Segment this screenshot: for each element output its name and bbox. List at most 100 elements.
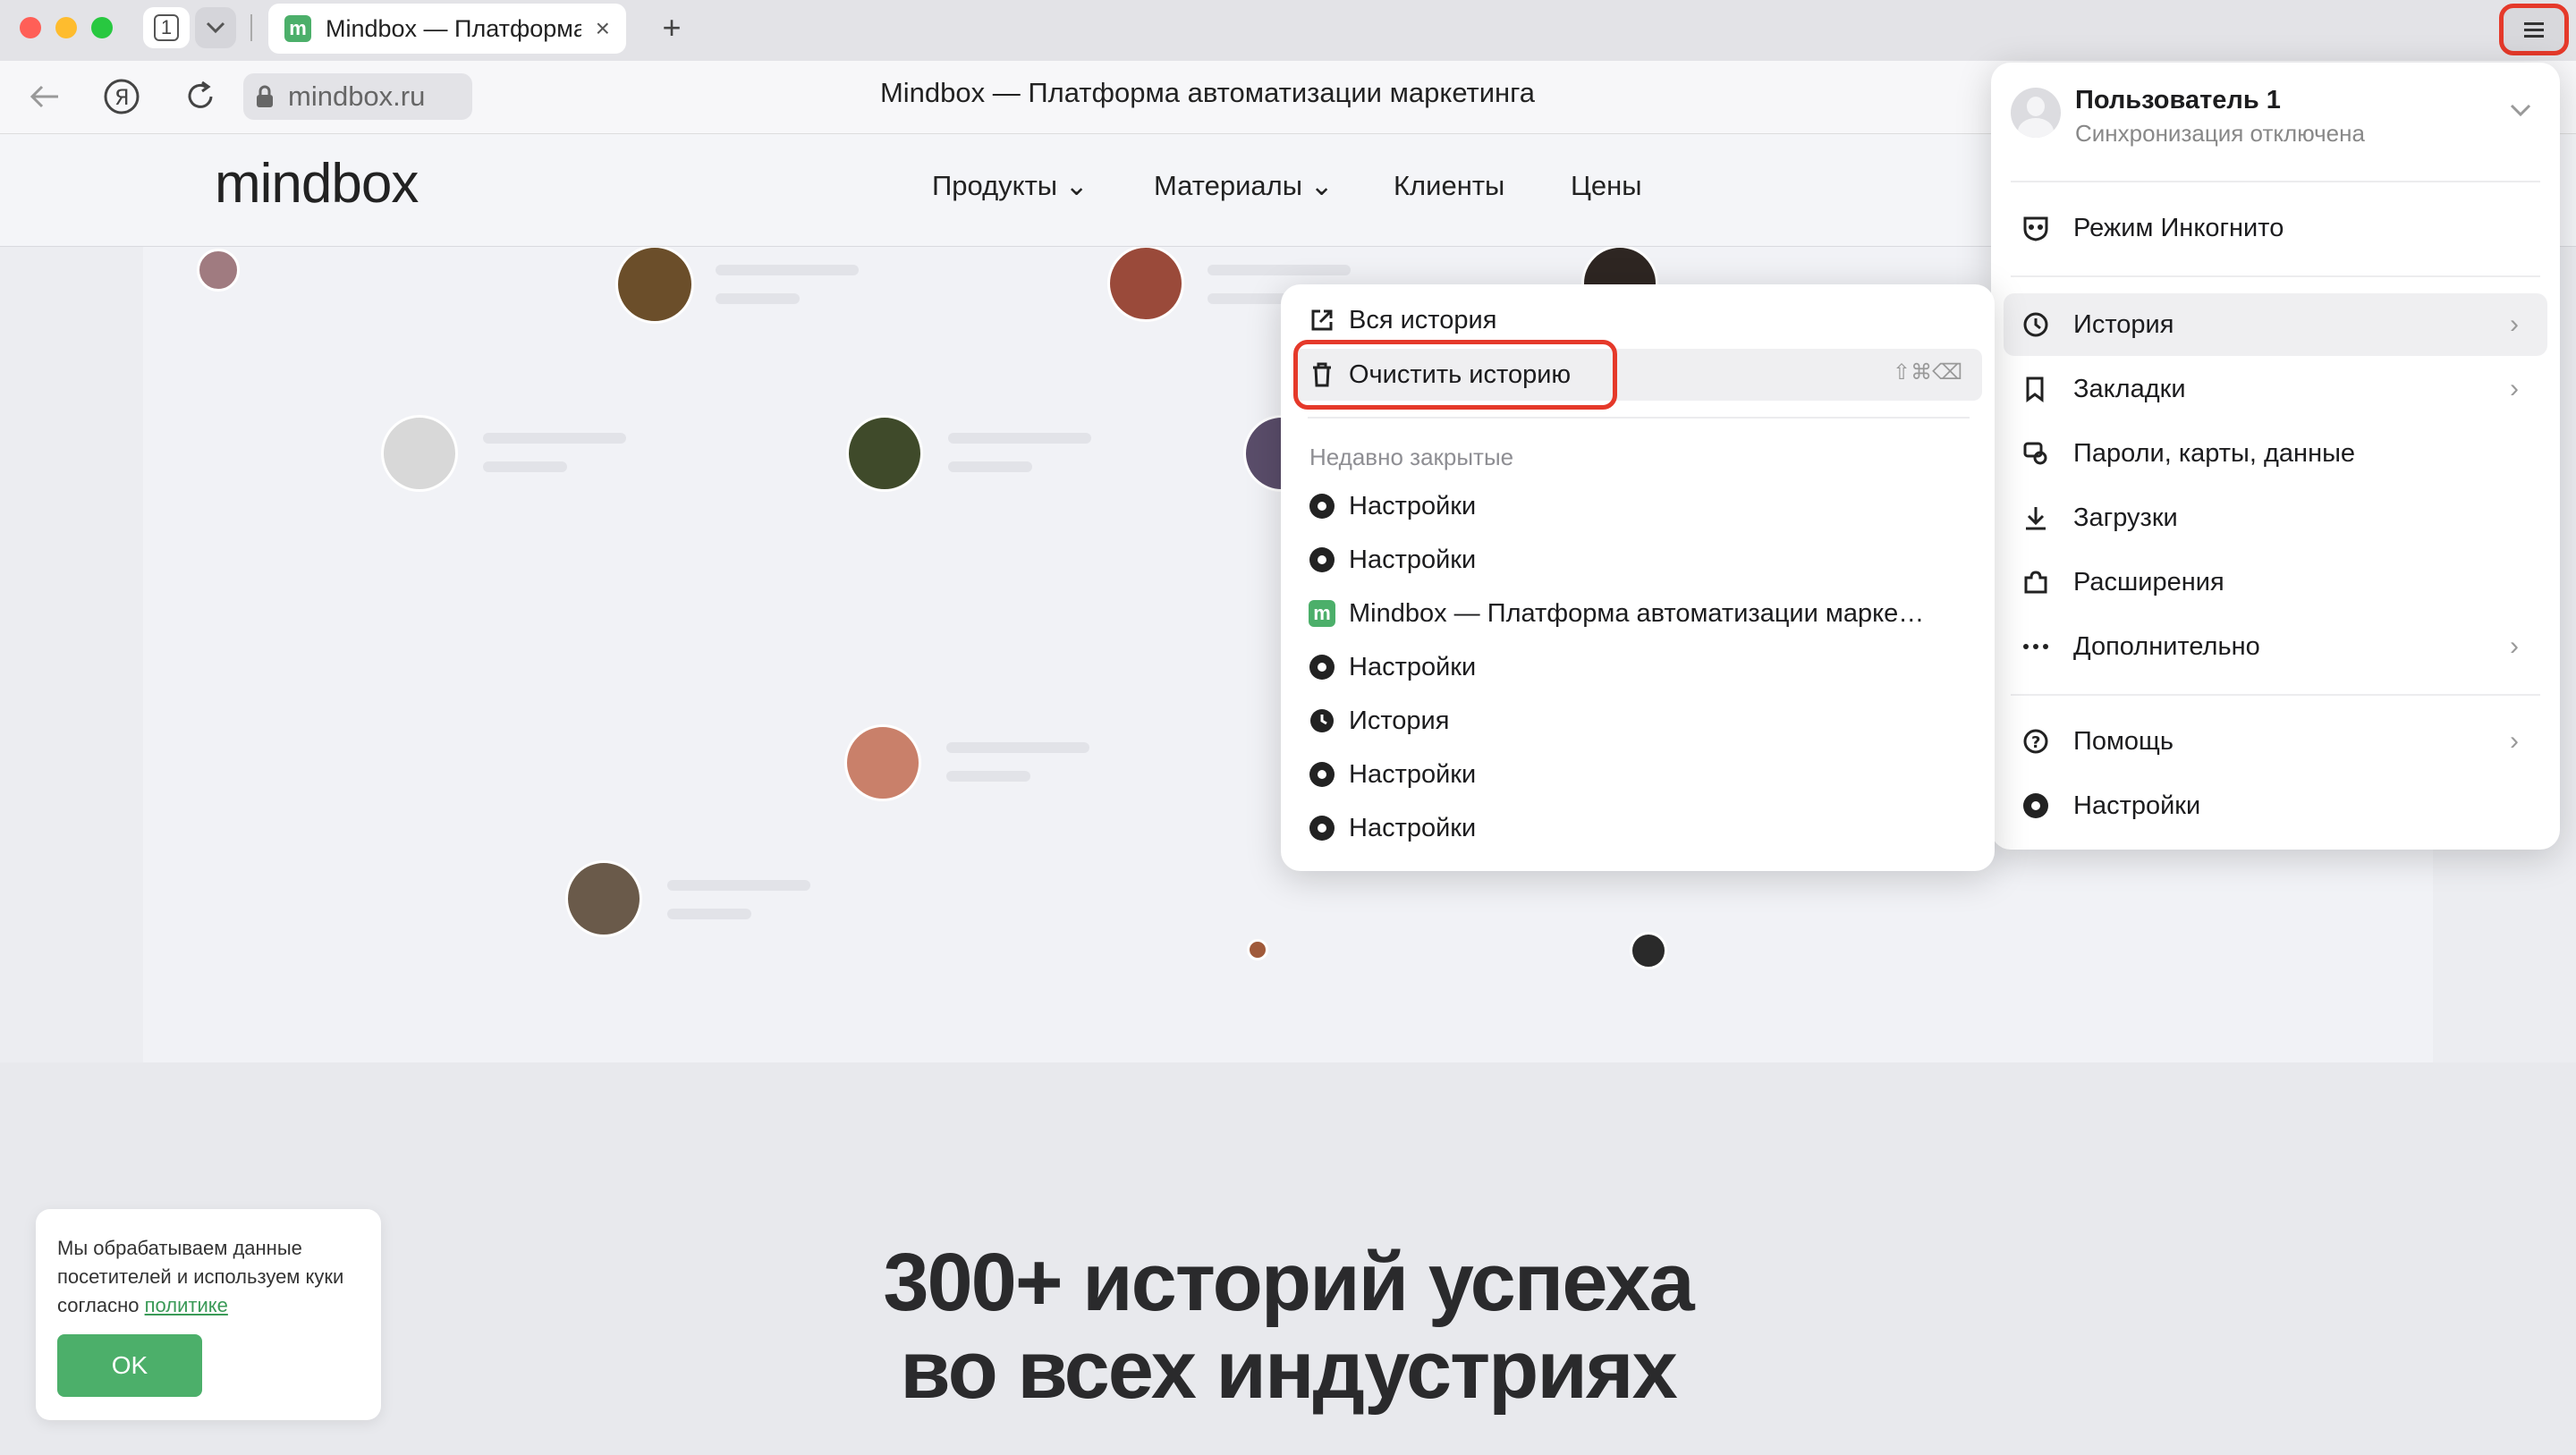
- avatar: [615, 245, 694, 324]
- recent-item-label: Настройки: [1349, 759, 1477, 789]
- nav-products[interactable]: Продукты ⌄: [932, 170, 1089, 202]
- placeholder-line: [667, 880, 810, 891]
- puzzle-icon: [2018, 569, 2054, 596]
- recent-item-label: Настройки: [1349, 652, 1477, 681]
- tab-divider: [250, 14, 252, 41]
- cookie-policy-link[interactable]: политике: [145, 1294, 228, 1316]
- headline-line-1: 300+ историй успеха: [883, 1237, 1694, 1328]
- placeholder-line: [946, 771, 1030, 782]
- gear-icon: [1308, 494, 1336, 519]
- gear-icon: [1308, 816, 1336, 841]
- menu-item-label: Настройки: [2073, 791, 2201, 820]
- menu-item-label: Помощь: [2073, 726, 2174, 756]
- menu-item-bookmarks[interactable]: Закладки ›: [2018, 367, 2546, 411]
- profile-status: Синхронизация отключена: [2075, 120, 2365, 147]
- chevron-right-icon: ›: [2510, 631, 2519, 661]
- recent-item[interactable]: m Mindbox — Платформа автоматизации марк…: [1308, 596, 1924, 631]
- menu-item-settings[interactable]: Настройки: [2018, 783, 2200, 828]
- yandex-icon[interactable]: Я: [98, 73, 145, 120]
- menu-item-label: Расширения: [2073, 567, 2224, 596]
- tab-count: 1: [153, 14, 180, 41]
- placeholder-line: [946, 742, 1089, 753]
- back-icon[interactable]: [21, 73, 68, 120]
- avatar: [1107, 245, 1184, 322]
- chevron-right-icon: ›: [2510, 309, 2519, 339]
- menu-item-downloads[interactable]: Загрузки: [2018, 495, 2178, 540]
- url-field[interactable]: mindbox.ru: [243, 73, 472, 120]
- close-tab-icon[interactable]: ×: [596, 14, 610, 43]
- menu-item-history[interactable]: История ›: [2018, 302, 2546, 347]
- placeholder-line: [483, 433, 626, 444]
- cookie-ok-button[interactable]: OK: [57, 1334, 202, 1397]
- tab-count-button[interactable]: 1: [143, 7, 190, 48]
- external-link-icon: [1308, 308, 1336, 333]
- incognito-icon: [2018, 215, 2054, 241]
- menu-item-extensions[interactable]: Расширения: [2018, 560, 2224, 605]
- close-window-button[interactable]: [20, 17, 41, 38]
- chevron-right-icon: ›: [2510, 374, 2519, 403]
- avatar: [565, 860, 642, 937]
- clock-icon: [2018, 311, 2054, 338]
- minimize-window-button[interactable]: [55, 17, 77, 38]
- cookie-text: Мы обрабатываем данные посетителей и исп…: [57, 1234, 360, 1320]
- key-card-icon: [2018, 440, 2054, 467]
- menu-item-more[interactable]: Дополнительно ›: [2018, 624, 2546, 669]
- gear-icon: [1308, 655, 1336, 680]
- menu-item-clear-history[interactable]: Очистить историю: [1308, 356, 1571, 393]
- favicon-letter: m: [1309, 600, 1335, 627]
- recent-item-label: Настройки: [1349, 545, 1477, 574]
- recent-item[interactable]: Настройки: [1308, 542, 1476, 578]
- placeholder-line: [948, 461, 1032, 472]
- svg-text:Я: Я: [114, 85, 130, 110]
- menu-item-label: Вся история: [1349, 305, 1497, 334]
- new-tab-button[interactable]: +: [651, 7, 692, 48]
- divider: [1308, 417, 1970, 419]
- download-icon: [2018, 504, 2054, 531]
- mindbox-logo[interactable]: mindbox: [215, 152, 419, 216]
- profile-name[interactable]: Пользователь 1: [2075, 86, 2281, 115]
- avatar: [1247, 939, 1268, 960]
- zoom-window-button[interactable]: [91, 17, 113, 38]
- menu-item-label: Загрузки: [2073, 503, 2178, 532]
- menu-item-help[interactable]: ? Помощь ›: [2018, 719, 2546, 764]
- avatar: [846, 415, 923, 492]
- page-title: Mindbox — Платформа автоматизации маркет…: [879, 77, 1536, 108]
- recent-item[interactable]: Настройки: [1308, 810, 1476, 846]
- tab-mindbox[interactable]: m Mindbox — Платформа автоматизации марк…: [268, 4, 626, 54]
- svg-text:?: ?: [2031, 733, 2040, 752]
- headline: 300+ историй успеха во всех индустриях: [805, 1239, 1771, 1414]
- browser-menu-button[interactable]: [2499, 4, 2569, 55]
- cookie-banner: Мы обрабатываем данные посетителей и исп…: [36, 1209, 381, 1420]
- reload-icon[interactable]: [177, 73, 224, 120]
- menu-item-all-history[interactable]: Вся история: [1308, 302, 1496, 338]
- nav-prices[interactable]: Цены: [1571, 170, 1642, 202]
- recent-item-label: Mindbox — Платформа автоматизации марке…: [1349, 598, 1925, 628]
- avatar: [381, 415, 458, 492]
- clear-history-shortcut: ⇧⌘⌫: [1892, 360, 1962, 385]
- nav-materials[interactable]: Материалы ⌄: [1154, 170, 1334, 202]
- headline-line-2: во всех индустриях: [900, 1324, 1678, 1416]
- recent-item[interactable]: Настройки: [1308, 757, 1476, 792]
- chevron-down-icon[interactable]: [2510, 104, 2531, 118]
- trash-icon: [1308, 362, 1336, 387]
- recent-header: Недавно закрытые: [1309, 444, 1514, 470]
- recent-item[interactable]: Настройки: [1308, 649, 1476, 685]
- placeholder-line: [948, 433, 1091, 444]
- recent-item[interactable]: Настройки: [1308, 488, 1476, 524]
- menu-item-incognito[interactable]: Режим Инкогнито: [2018, 206, 2284, 250]
- help-icon: ?: [2018, 728, 2054, 755]
- menu-item-label: Режим Инкогнито: [2073, 213, 2284, 242]
- placeholder-line: [1208, 293, 1292, 304]
- divider: [2011, 275, 2540, 277]
- nav-clients[interactable]: Клиенты: [1394, 170, 1504, 202]
- chevron-right-icon: ›: [2510, 726, 2519, 756]
- recent-item-label: Настройки: [1349, 491, 1477, 520]
- menu-item-passwords[interactable]: Пароли, карты, данные: [2018, 431, 2355, 476]
- avatar: [2011, 88, 2061, 138]
- tabs-dropdown-button[interactable]: [195, 7, 236, 48]
- mindbox-favicon: m: [1308, 600, 1336, 627]
- placeholder-line: [716, 293, 800, 304]
- recent-item-label: История: [1349, 706, 1450, 735]
- recent-item[interactable]: История: [1308, 703, 1449, 739]
- mindbox-favicon: m: [284, 15, 311, 42]
